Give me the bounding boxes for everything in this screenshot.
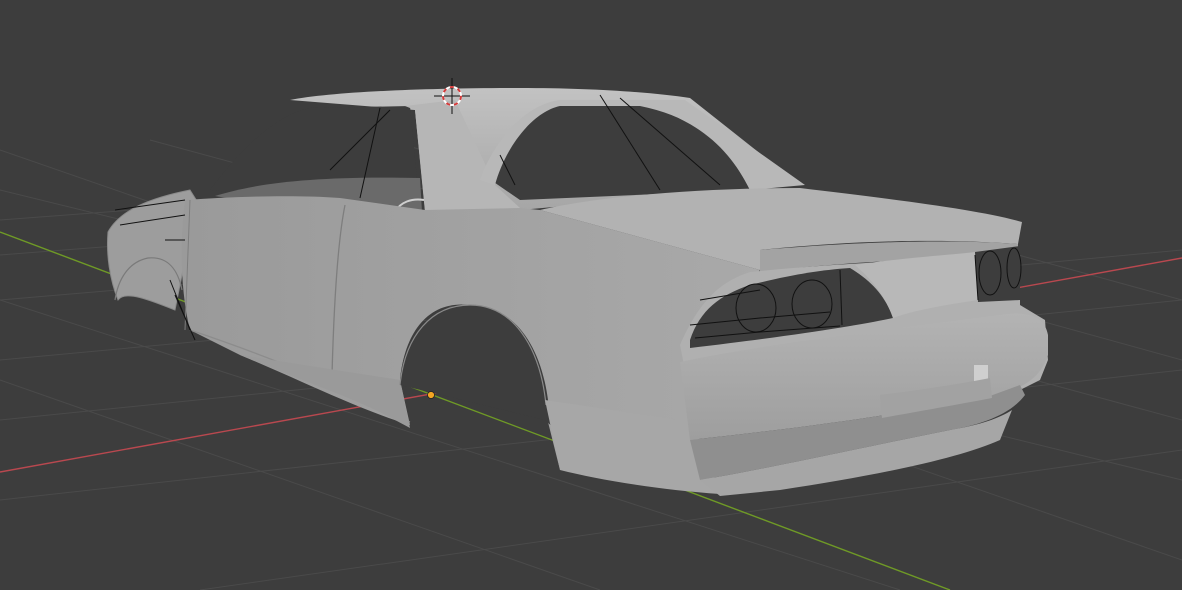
3d-viewport[interactable]	[0, 0, 1182, 590]
car-body-mesh[interactable]	[107, 88, 1048, 496]
object-origin-icon[interactable]	[427, 391, 435, 399]
